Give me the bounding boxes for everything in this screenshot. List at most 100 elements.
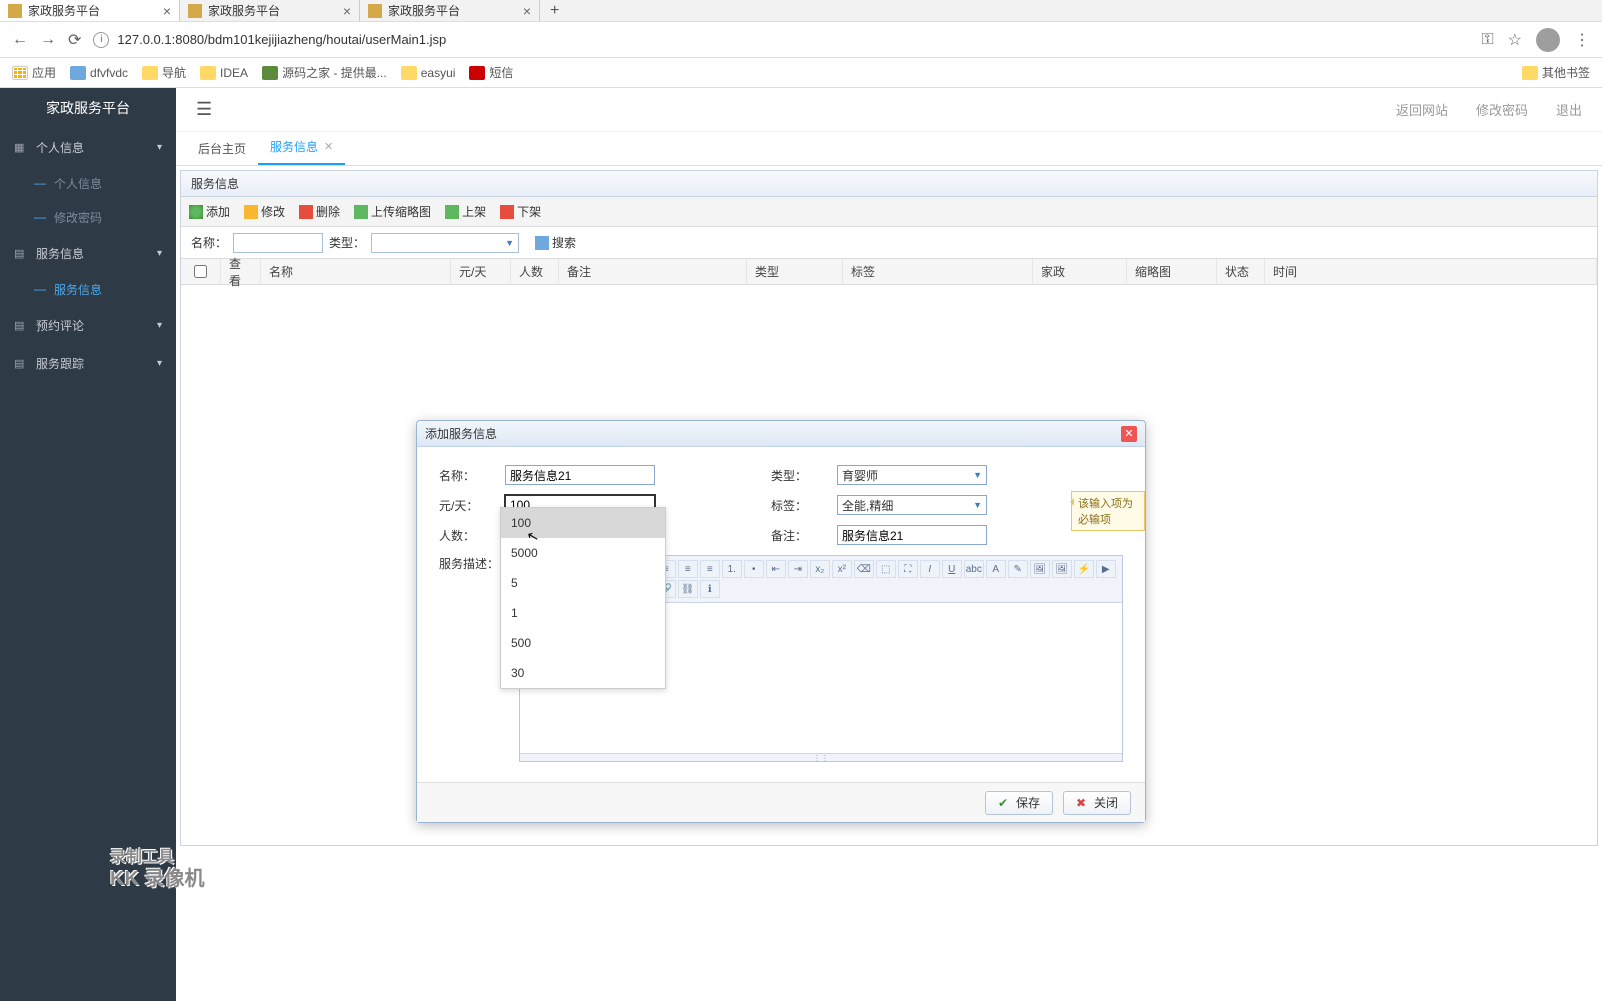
star-icon[interactable]: ☆ — [1508, 30, 1522, 50]
search-button[interactable]: 搜索 — [535, 234, 576, 251]
bookmark-item[interactable]: 源码之家 - 提供最... — [262, 64, 387, 81]
autocomplete-item[interactable]: 5 — [501, 568, 665, 598]
sidebar-item-change-pwd[interactable]: —修改密码 — [0, 200, 176, 234]
autocomplete-item[interactable]: 1 — [501, 598, 665, 628]
autocomplete-item[interactable]: 500 — [501, 628, 665, 658]
ordered-list-icon[interactable]: 1. — [722, 560, 742, 578]
remark-input[interactable] — [837, 525, 987, 545]
sidebar-group-reserve[interactable]: ▤ 预约评论 ▾ — [0, 306, 176, 344]
col-price[interactable]: 元/天 — [451, 259, 511, 284]
col-remark[interactable]: 备注 — [559, 259, 747, 284]
close-button[interactable]: ✖关闭 — [1063, 791, 1131, 815]
save-button[interactable]: ✔保存 — [985, 791, 1053, 815]
type-combo[interactable]: 育婴师▼ — [837, 465, 987, 485]
dialog-titlebar[interactable]: 添加服务信息 ✕ — [417, 421, 1145, 447]
sidebar-item-personal-info[interactable]: —个人信息 — [0, 166, 176, 200]
fullscreen-icon[interactable]: ⛶ — [898, 560, 918, 578]
image-icon[interactable]: 🖼 — [1030, 560, 1050, 578]
about-icon[interactable]: ℹ — [700, 580, 720, 598]
col-view[interactable]: 查看 — [221, 259, 261, 284]
autocomplete-item[interactable]: 30 — [501, 658, 665, 688]
apps-button[interactable]: 应用 — [12, 64, 56, 81]
underline-icon[interactable]: U — [942, 560, 962, 578]
bookmark-item[interactable]: 导航 — [142, 64, 186, 81]
combo-value: 育婴师 — [842, 467, 878, 484]
autocomplete-item[interactable]: 5000 — [501, 538, 665, 568]
strikethrough-icon[interactable]: abc — [964, 560, 984, 578]
subscript-icon[interactable]: x₂ — [810, 560, 830, 578]
multi-image-icon[interactable]: 🖼 — [1052, 560, 1072, 578]
up-icon — [445, 205, 459, 219]
browser-tab[interactable]: 家政服务平台 × — [360, 0, 540, 21]
url-input[interactable]: i 127.0.0.1:8080/bdm101kejijiazheng/hout… — [93, 32, 1469, 48]
sidebar-group-personal[interactable]: ▦ 个人信息 ▾ — [0, 128, 176, 166]
bookmark-item[interactable]: dfvfvdc — [70, 66, 128, 80]
delete-button[interactable]: 删除 — [299, 203, 340, 220]
back-button[interactable]: ← — [12, 31, 28, 49]
name-filter-input[interactable] — [233, 233, 323, 253]
clear-format-icon[interactable]: ⌫ — [854, 560, 874, 578]
select-all-icon[interactable]: ⬚ — [876, 560, 896, 578]
unordered-list-icon[interactable]: • — [744, 560, 764, 578]
tab-service-info[interactable]: 服务信息✕ — [258, 130, 345, 165]
italic-icon[interactable]: I — [920, 560, 940, 578]
add-button[interactable]: 添加 — [189, 203, 230, 220]
sidebar-item-service-info[interactable]: —服务信息 — [0, 272, 176, 306]
disable-button[interactable]: 下架 — [500, 203, 541, 220]
col-home[interactable]: 家政 — [1033, 259, 1127, 284]
link-return-site[interactable]: 返回网站 — [1396, 100, 1448, 119]
profile-avatar[interactable] — [1536, 28, 1560, 52]
unlink-icon[interactable]: ⛓ — [678, 580, 698, 598]
col-name[interactable]: 名称 — [261, 259, 451, 284]
autocomplete-item[interactable]: 100 — [501, 508, 665, 538]
new-tab-button[interactable]: + — [540, 0, 569, 21]
key-icon[interactable]: ⚿ — [1481, 31, 1493, 49]
name-input[interactable] — [505, 465, 655, 485]
menu-toggle-icon[interactable]: ☰ — [196, 99, 212, 120]
col-type[interactable]: 类型 — [747, 259, 843, 284]
col-thumb[interactable]: 缩略图 — [1127, 259, 1217, 284]
col-status[interactable]: 状态 — [1217, 259, 1265, 284]
topbar: ☰ 返回网站 修改密码 退出 — [176, 88, 1602, 132]
upload-thumb-button[interactable]: 上传缩略图 — [354, 203, 431, 220]
sidebar-group-service[interactable]: ▤ 服务信息 ▾ — [0, 234, 176, 272]
align-right-icon[interactable]: ≡ — [678, 560, 698, 578]
outdent-icon[interactable]: ⇤ — [766, 560, 786, 578]
align-justify-icon[interactable]: ≡ — [700, 560, 720, 578]
indent-icon[interactable]: ⇥ — [788, 560, 808, 578]
media-icon[interactable]: ▶ — [1096, 560, 1116, 578]
other-bookmarks[interactable]: 其他书签 — [1522, 64, 1590, 81]
close-icon[interactable]: ✕ — [324, 140, 333, 153]
enable-button[interactable]: 上架 — [445, 203, 486, 220]
col-people[interactable]: 人数 — [511, 259, 559, 284]
sidebar-group-track[interactable]: ▤ 服务跟踪 ▾ — [0, 344, 176, 382]
flash-icon[interactable]: ⚡ — [1074, 560, 1094, 578]
bookmark-item[interactable]: 短信 — [469, 64, 513, 81]
edit-button[interactable]: 修改 — [244, 203, 285, 220]
col-time[interactable]: 时间 — [1265, 259, 1597, 284]
close-icon[interactable]: × — [163, 3, 171, 19]
reload-button[interactable]: ⟳ — [68, 30, 81, 50]
browser-tab[interactable]: 家政服务平台 × — [180, 0, 360, 21]
col-tag[interactable]: 标签 — [843, 259, 1033, 284]
browser-tab[interactable]: 家政服务平台 × — [0, 0, 180, 21]
link-logout[interactable]: 退出 — [1556, 100, 1582, 119]
close-icon[interactable]: × — [523, 3, 531, 19]
tab-home[interactable]: 后台主页 — [186, 132, 258, 165]
col-checkbox[interactable] — [181, 259, 221, 284]
forecolor-icon[interactable]: A — [986, 560, 1006, 578]
superscript-icon[interactable]: x² — [832, 560, 852, 578]
backcolor-icon[interactable]: ✎ — [1008, 560, 1028, 578]
menu-icon[interactable]: ⋮ — [1574, 30, 1590, 50]
link-change-pwd[interactable]: 修改密码 — [1476, 100, 1528, 119]
bookmark-item[interactable]: IDEA — [200, 66, 248, 80]
type-filter-combo[interactable]: ▼ — [371, 233, 519, 253]
dialog-close-icon[interactable]: ✕ — [1121, 426, 1137, 442]
select-all-checkbox[interactable] — [194, 265, 207, 278]
forward-button[interactable]: → — [40, 31, 56, 49]
site-info-icon[interactable]: i — [93, 32, 109, 48]
bookmark-item[interactable]: easyui — [401, 66, 456, 80]
close-icon[interactable]: × — [343, 3, 351, 19]
tag-combo[interactable]: 全能,精细▼ — [837, 495, 987, 515]
editor-resize-handle[interactable]: ⋮⋮ — [520, 753, 1122, 761]
